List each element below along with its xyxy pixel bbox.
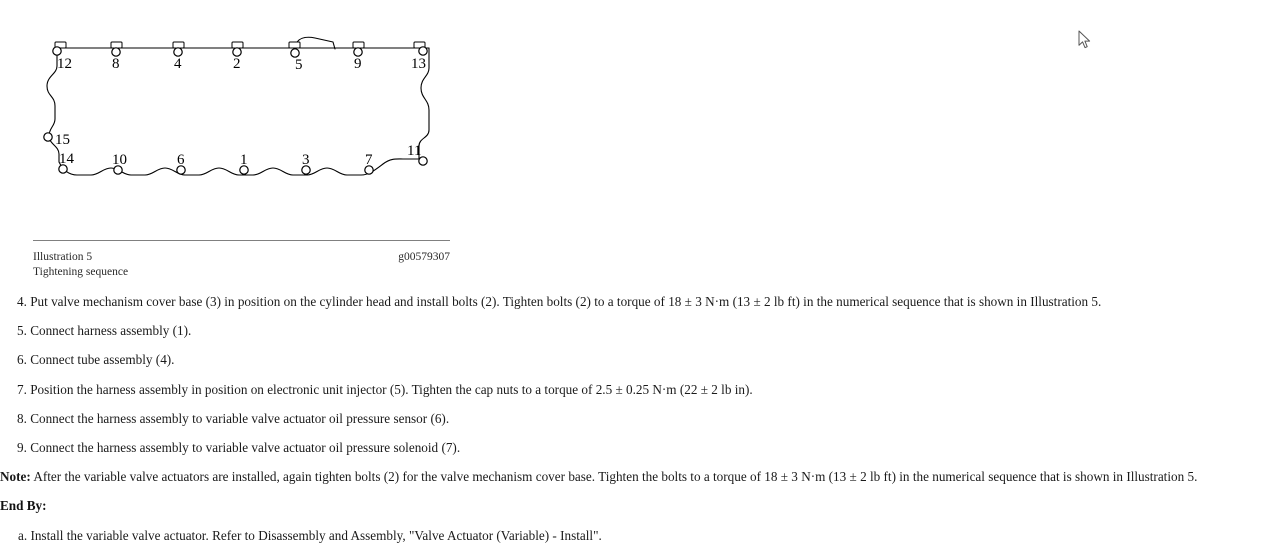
step-item: 5. Connect harness assembly (1).: [17, 323, 192, 339]
mouse-cursor: [1078, 30, 1092, 50]
bolt-tab-9: [352, 41, 365, 49]
bolt-label-8: 8: [112, 56, 120, 72]
caption-graphic-id: g00579307: [398, 251, 450, 263]
caption-subtitle: Tightening sequence: [33, 266, 129, 278]
bolt-hole-13: [418, 46, 428, 56]
note-text: After the variable valve actuators are i…: [30, 469, 1198, 485]
bolt-label-15: 15: [55, 132, 70, 148]
note-paragraph: Note: After the variable valve actuators…: [0, 468, 1280, 485]
bolt-tab-4: [172, 41, 185, 49]
bolt-hole-15: [43, 132, 53, 142]
procedure-body: 4. Put valve mechanism cover base (3) in…: [0, 293, 1280, 544]
caption-divider: [33, 240, 450, 241]
bolt-label-3: 3: [302, 152, 310, 168]
bolt-label-5: 5: [295, 57, 303, 73]
end-by-item: a. Install the variable valve actuator. …: [18, 527, 602, 543]
bolt-label-13: 13: [411, 56, 426, 72]
tube-feature: [294, 36, 336, 50]
step-item: 9. Connect the harness assembly to varia…: [17, 439, 461, 455]
bolt-tab-5: [288, 41, 301, 49]
step-item: 7. Position the harness assembly in posi…: [17, 381, 753, 397]
caption-title: Illustration 5: [33, 251, 93, 263]
bolt-label-7: 7: [365, 152, 373, 168]
bolt-hole-4: [173, 47, 183, 57]
arrow-pointer-icon: [1078, 30, 1091, 49]
bolt-hole-5: [290, 48, 300, 58]
note-label: Note:: [0, 469, 31, 485]
bolt-hole-9: [353, 47, 363, 57]
bolt-label-9: 9: [354, 56, 362, 72]
tightening-sequence-diagram: 12 8 4 2 5 9 13 15 14 10 6 1 3 7 11: [43, 36, 430, 176]
bolt-label-14: 14: [59, 151, 75, 167]
step-item: 8. Connect the harness assembly to varia…: [17, 410, 450, 426]
bolt-label-6: 6: [177, 152, 185, 168]
bolt-hole-2: [232, 47, 242, 57]
step-item: 4. Put valve mechanism cover base (3) in…: [17, 294, 1102, 309]
bolt-tab-8: [110, 41, 123, 49]
bolt-tab-2: [231, 41, 244, 49]
end-by-heading: End By:: [0, 498, 47, 514]
bolt-label-12: 12: [57, 56, 72, 72]
caption-top-row: Illustration 5 g00579307: [33, 250, 450, 265]
bolt-label-10: 10: [112, 152, 127, 168]
step-item: 6. Connect tube assembly (4).: [17, 352, 175, 368]
illustration-figure: 12 8 4 2 5 9 13 15 14 10 6 1 3 7 11: [33, 18, 453, 218]
bolt-hole-12: [52, 46, 62, 56]
illustration-caption: Illustration 5 g00579307 Tightening sequ…: [33, 250, 450, 280]
bolt-hole-8: [111, 47, 121, 57]
bolt-label-11: 11: [407, 143, 421, 159]
bolt-label-1: 1: [240, 152, 248, 168]
bolt-label-4: 4: [174, 56, 182, 72]
bolt-label-2: 2: [233, 56, 241, 72]
